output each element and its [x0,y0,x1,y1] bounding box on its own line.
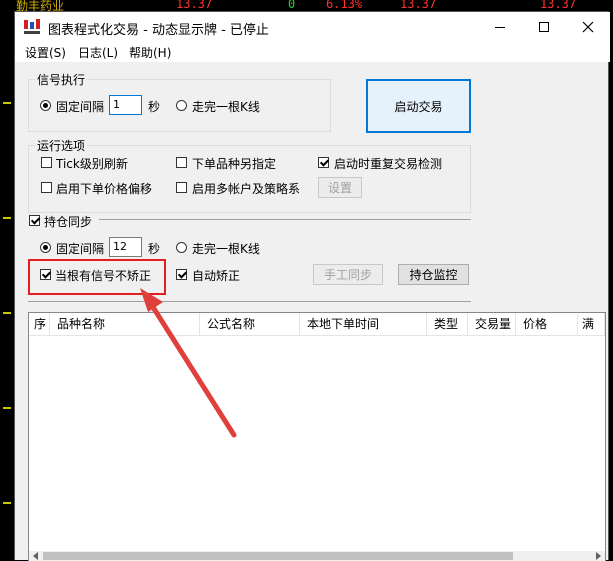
annotation-arrow [140,288,237,438]
